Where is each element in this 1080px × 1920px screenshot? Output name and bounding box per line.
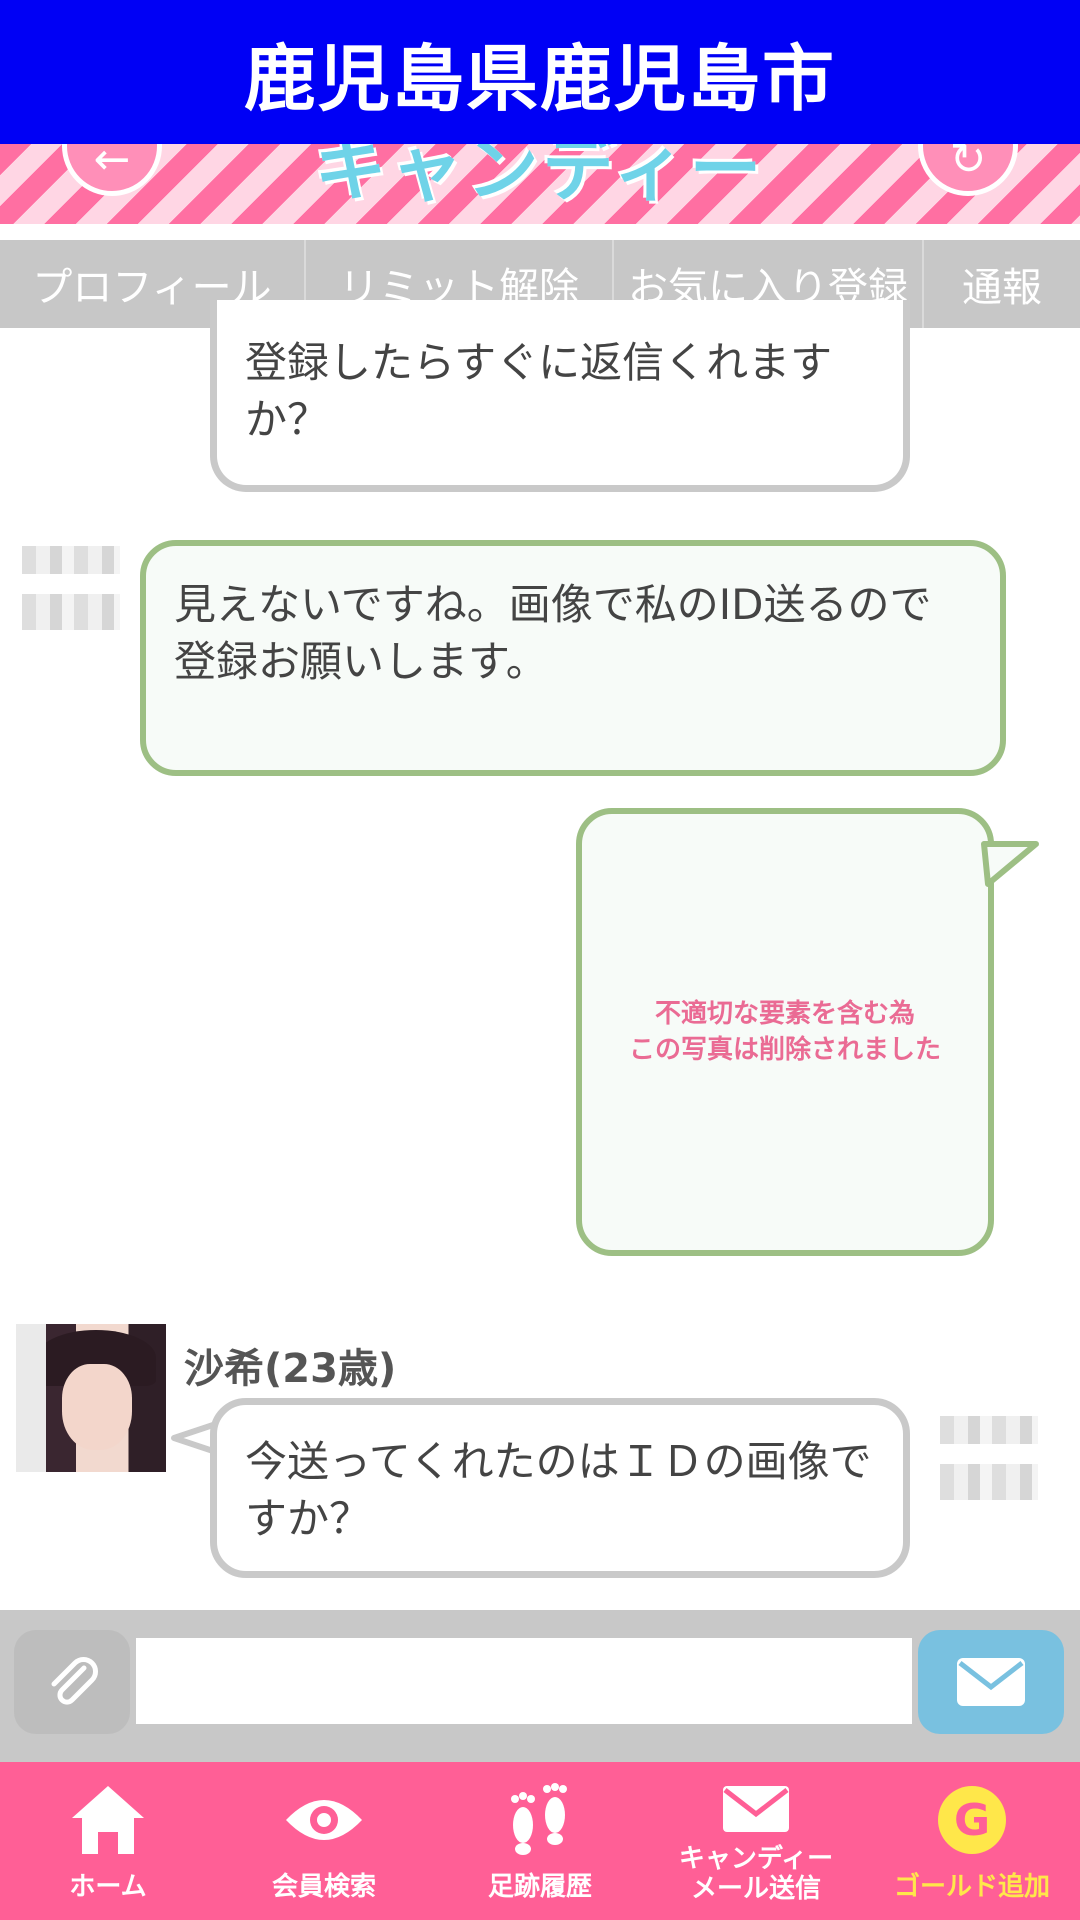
nav-label: ホーム [69,1872,147,1902]
message-text: 見えないですね。画像で私のID送るので登録お願いします。 [174,580,932,686]
envelope-icon [957,1658,1025,1706]
svg-text:G: G [954,1795,990,1846]
removed-image-bubble: 不適切な要素を含む為 この写真は削除されました [576,808,994,1256]
nav-label: 会員検索 [271,1872,376,1902]
footprints-icon [511,1783,567,1855]
nav-candy-mail[interactable]: キャンディー メール送信 [648,1762,864,1920]
message-text: 今送ってくれたのはＩＤの画像ですか？ [245,1437,872,1543]
timestamp-blurred [940,1416,1038,1500]
message-text: 登録したらすぐに返信くれますか？ [245,338,833,444]
message-input[interactable] [136,1638,912,1724]
nav-gold-add[interactable]: G ゴールド追加 [864,1762,1080,1920]
avatar[interactable] [16,1324,166,1472]
message-bubble-sent: 見えないですね。画像で私のID送るので登録お願いします。 [140,540,1006,776]
nav-label: 足跡履歴 [487,1872,592,1902]
app-banner: ← キャンディー ↻ [0,144,1080,224]
nav-label: キャンディー メール送信 [678,1844,834,1904]
nav-home[interactable]: ホーム [0,1762,216,1920]
home-icon [72,1786,144,1854]
send-button[interactable] [918,1630,1064,1734]
nav-footprints[interactable]: 足跡履歴 [432,1762,648,1920]
reload-icon: ↻ [949,144,987,185]
bottom-navigation: ホーム 会員検索 足跡履歴 キャンディー メール送信 G ゴールド追加 [0,1762,1080,1920]
message-bubble-received: 今送ってくれたのはＩＤの画像ですか？ [210,1398,910,1578]
gold-g-icon: G [938,1786,1006,1854]
removed-photo-notice: 不適切な要素を含む為 この写真は削除されました [629,996,941,1068]
attach-button[interactable] [14,1630,130,1734]
timestamp-blurred [22,546,120,630]
sender-name: 沙希(23歳) [184,1346,397,1392]
paperclip-icon [51,1657,98,1705]
bubble-tail-icon [981,841,1039,887]
nav-member-search[interactable]: 会員検索 [216,1762,432,1920]
message-bubble-received: 登録したらすぐに返信くれますか？ [210,300,910,492]
eye-icon [286,1800,362,1840]
removed-photo-notice-line2: この写真は削除されました [628,1035,941,1065]
nav-label: ゴールド追加 [893,1872,1050,1902]
mail-icon [723,1786,789,1832]
removed-photo-notice-line1: 不適切な要素を含む為 [654,999,915,1029]
page-title: 鹿児島県鹿児島市 [0,0,1080,144]
